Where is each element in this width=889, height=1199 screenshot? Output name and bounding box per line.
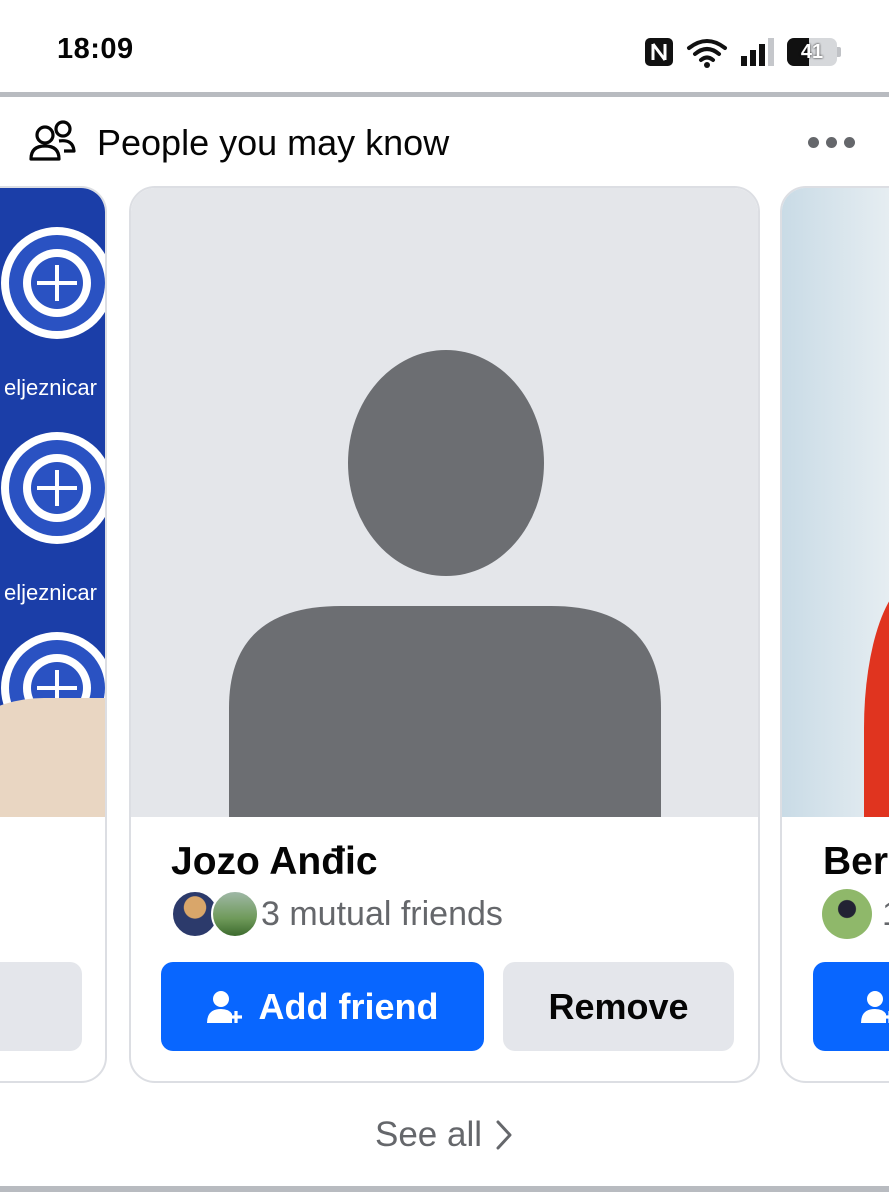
pymk-header: People you may know xyxy=(0,97,889,187)
club-logo-image xyxy=(1,432,105,544)
club-logo-image xyxy=(1,227,105,339)
add-friend-label: Add friend xyxy=(258,985,439,1027)
wifi-icon xyxy=(687,39,727,68)
remove-button[interactable] xyxy=(0,962,82,1051)
mutual-friends[interactable]: 3 mutual friends xyxy=(171,888,503,940)
battery-icon: 41 xyxy=(787,38,841,66)
background-text: eljeznicar xyxy=(4,375,97,400)
background-text: eljeznicar xyxy=(4,580,97,605)
profile-photo-placeholder[interactable] xyxy=(131,188,758,817)
battery-level: 41 xyxy=(800,40,824,63)
add-friend-icon xyxy=(861,990,889,1023)
status-bar: 18:09 41 xyxy=(0,0,889,92)
mutual-friends[interactable]: 1 xyxy=(822,888,889,940)
mutual-friends-count: 3 mutual friends xyxy=(261,894,503,933)
signal-icon xyxy=(741,38,774,66)
add-friend-button[interactable]: Add friend xyxy=(161,962,484,1051)
more-horizontal-icon[interactable] xyxy=(808,137,856,149)
shoulder-shape xyxy=(0,698,105,817)
add-friend-button[interactable] xyxy=(813,962,889,1051)
mutual-friends-count: 1 xyxy=(882,895,889,934)
remove-button[interactable]: Remove xyxy=(503,962,734,1051)
people-icon xyxy=(29,120,76,161)
mutual-friend-avatar xyxy=(822,889,872,939)
suggestion-card-previous[interactable]: eljeznicar eljeznicar xyxy=(0,186,107,1083)
profile-photo[interactable] xyxy=(782,188,889,817)
add-friend-icon xyxy=(206,990,242,1023)
section-title: People you may know xyxy=(97,122,450,163)
chevron-right-icon xyxy=(496,1120,512,1150)
status-icons: 41 xyxy=(643,36,841,68)
status-time: 18:09 xyxy=(57,33,134,65)
mutual-avatars xyxy=(171,888,261,940)
suggestion-card-next[interactable]: Beri 1 xyxy=(780,186,889,1083)
see-all-label: See all xyxy=(374,1115,483,1154)
screen: 18:09 41 People you may know eljeznicar … xyxy=(0,0,889,1199)
person-name[interactable]: Jozo Anđic xyxy=(171,840,378,884)
see-all-link[interactable]: See all xyxy=(0,1100,889,1170)
suggestion-card[interactable]: Jozo Anđic 3 mutual friends Add friend R… xyxy=(129,186,760,1083)
nfc-icon xyxy=(645,38,673,66)
profile-photo[interactable]: eljeznicar eljeznicar xyxy=(0,188,105,817)
mutual-friend-avatar xyxy=(211,890,259,938)
bottom-divider xyxy=(0,1186,889,1192)
person-name[interactable]: Beri xyxy=(823,840,889,884)
default-avatar-icon xyxy=(229,350,661,817)
